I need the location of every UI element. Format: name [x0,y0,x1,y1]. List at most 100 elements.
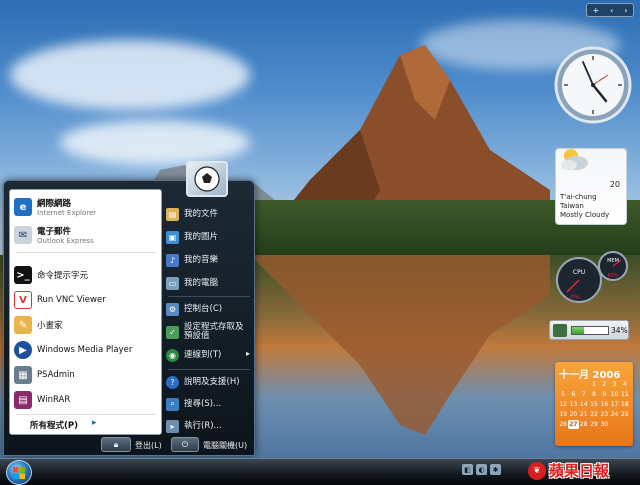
power-button[interactable]: ⏻ [171,437,199,452]
calendar-day[interactable]: 3 [609,380,619,389]
calendar-day[interactable]: 8 [589,390,599,399]
calendar-day[interactable]: 1 [589,380,599,389]
program-label: 小畫家 [37,321,63,331]
place-control-panel[interactable]: ⚙ 控制台(C) [166,300,254,318]
calendar-day[interactable]: 17 [609,400,619,409]
calendar-day[interactable]: 19 [558,410,568,419]
search-icon: ⌕ [166,397,179,411]
separator [168,369,250,370]
program-cmd[interactable]: >_ 命令提示字元 [14,264,160,286]
pictures-icon: ▣ [166,230,179,244]
help-icon: ? [166,375,179,389]
calendar-day[interactable]: 4 [620,380,630,389]
calendar-day[interactable]: 2 [599,380,609,389]
place-label: 執行(R)... [184,420,222,431]
mail-icon: ✉ [14,226,32,244]
place-label: 連線到(T) [184,349,222,360]
pinned-outlook-express[interactable]: ✉ 電子郵件 Outlook Express [14,222,160,248]
pinned-internet-explorer[interactable]: e 網際網路 Internet Explorer [14,194,160,220]
weather-city: T'ai-chung [560,193,597,201]
calendar-day[interactable]: 27 [568,420,579,429]
cpu-label: CPU [573,269,585,276]
program-paint[interactable]: ✎ 小畫家 [14,314,160,336]
calendar-day [609,420,619,429]
program-label: Windows Media Player [37,345,133,355]
documents-icon: ▤ [166,207,179,221]
place-label: 我的圖片 [184,231,219,242]
program-media-player[interactable]: ▶ Windows Media Player [14,339,160,361]
separator [168,296,250,297]
tray-security-icon[interactable]: ✱ [490,464,501,475]
mem-label: MEM [607,258,619,264]
windows-logo-icon [13,466,25,479]
calendar-day[interactable]: 20 [568,410,578,419]
tray-volume-icon[interactable]: ◐ [476,464,487,475]
user-picture[interactable] [186,161,228,197]
place-pictures[interactable]: ▣ 我的圖片 [166,228,254,246]
calendar-day[interactable]: 25 [620,410,630,419]
calendar-day[interactable]: 14 [579,400,589,409]
arrow-right-icon: ▸ [92,418,97,428]
place-label: 我的音樂 [184,254,219,265]
separator [16,252,156,253]
calendar-day[interactable]: 13 [568,400,578,409]
all-programs-button[interactable]: 所有程式(P) [30,419,78,431]
calendar-day[interactable]: 6 [568,390,578,399]
place-search[interactable]: ⌕ 搜尋(S)... [166,395,254,413]
clock-gadget[interactable] [553,45,633,125]
lock-button[interactable]: 🔒︎ [101,437,131,452]
calendar-day[interactable]: 7 [579,390,589,399]
calendar-day[interactable]: 11 [620,390,630,399]
calendar-day[interactable]: 18 [620,400,630,409]
logoff-button[interactable]: 登出(L) [135,440,162,451]
calendar-day[interactable]: 21 [579,410,589,419]
arrow-right-icon: ▸ [246,349,251,358]
connect-icon: ◉ [166,348,179,362]
system-tray: ◧ ◐ ✱ [462,464,501,475]
calendar-day[interactable]: 5 [558,390,568,399]
program-label: 命令提示字元 [37,271,89,281]
cpu-meter-gadget[interactable]: CPU MEM 0% 65% [555,250,631,306]
program-psadmin[interactable]: ▦ PSAdmin [14,364,160,386]
program-vnc-viewer[interactable]: V Run VNC Viewer [14,289,160,311]
calendar-day[interactable]: 12 [558,400,568,409]
battery-fill [572,327,585,334]
battery-gadget[interactable]: 34% [549,320,629,340]
start-button[interactable] [6,460,32,485]
calendar-gadget[interactable]: 十一月 2006 1 2 3 4 5 6 7 8 9 10 11 12 13 14 15 16 17 18 19 20… [555,362,633,446]
calendar-day[interactable]: 28 [579,420,589,429]
pinned-subtitle: Internet Explorer [37,209,97,217]
calendar-day[interactable]: 30 [599,420,609,429]
calendar-day[interactable]: 16 [599,400,609,409]
place-help[interactable]: ? 說明及支援(H) [166,373,254,391]
watermark-text: 蘋果日報 [549,462,610,480]
calendar-day[interactable]: 26 [558,420,568,429]
tray-network-icon[interactable]: ◧ [462,464,473,475]
place-connect-to[interactable]: ◉ 連線到(T) ▸ [166,346,254,364]
place-music[interactable]: ♪ 我的音樂 [166,251,254,269]
shutdown-button[interactable]: 電腦關機(U) [203,440,247,451]
prev-icon[interactable]: ‹ [610,6,613,15]
psadmin-icon: ▦ [14,366,32,384]
calendar-day[interactable]: 24 [609,410,619,419]
program-winrar[interactable]: ▤ WinRAR [14,389,160,411]
calendar-day[interactable]: 15 [589,400,599,409]
pinned-subtitle: Outlook Express [37,237,94,245]
place-documents[interactable]: ▤ 我的文件 [166,205,254,223]
calendar-day[interactable]: 10 [609,390,619,399]
calendar-day[interactable]: 9 [599,390,609,399]
start-menu: e 網際網路 Internet Explorer ✉ 電子郵件 Outlook … [3,180,255,456]
add-gadget-icon[interactable]: + [592,6,599,15]
place-program-defaults[interactable]: ✓ 設定程式存取及預設值 [166,321,246,343]
pinned-title: 電子郵件 [37,227,72,237]
weather-gadget[interactable]: 20 T'ai-chung Taiwan Mostly Cloudy [555,148,627,225]
run-icon: ▸ [166,419,179,433]
place-computer[interactable]: ▭ 我的電腦 [166,274,254,292]
wallpaper-reflection [250,255,550,435]
calendar-day [579,380,589,389]
calendar-day[interactable]: 22 [589,410,599,419]
calendar-day[interactable]: 23 [599,410,609,419]
calendar-day[interactable]: 29 [589,420,599,429]
lock-icon: 🔒︎ [113,439,119,449]
next-icon[interactable]: › [624,6,627,15]
